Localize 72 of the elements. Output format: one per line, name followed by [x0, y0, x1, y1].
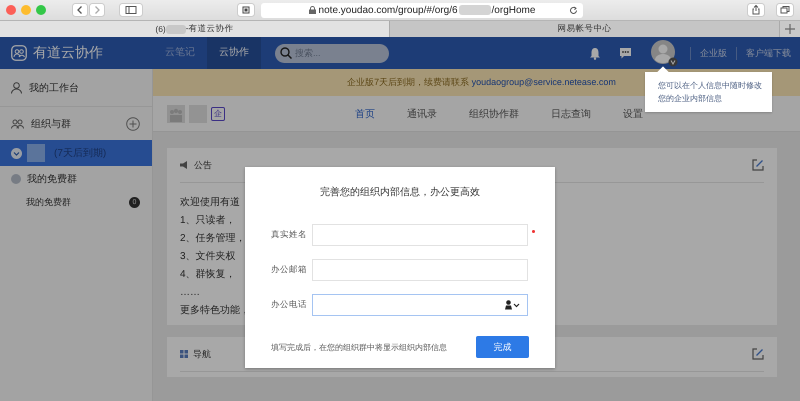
- org-tab[interactable]: 组织协作群: [453, 106, 535, 120]
- reader-icon[interactable]: [237, 3, 255, 17]
- dialog-note: 填写完成后，在您的组织群中将显示组织内部信息: [271, 342, 448, 352]
- avatar-icon[interactable]: [650, 39, 678, 67]
- chat-icon[interactable]: [619, 47, 632, 59]
- announcement-line: 3、文件夹权: [180, 250, 236, 264]
- card-title: 导航: [193, 348, 211, 360]
- reload-icon[interactable]: [569, 6, 578, 14]
- group-heading: 我的免费群: [27, 172, 77, 186]
- org-avatar-icon: [167, 104, 185, 122]
- url-text: note.youdao.com/group/#/org/6: [318, 4, 458, 16]
- announcement-line: 1、只读者，: [180, 214, 236, 228]
- app-title: 有道云协作: [33, 44, 103, 62]
- tab-title: (6): [155, 24, 166, 34]
- chevron-icon: [11, 148, 22, 158]
- logo-icon: [11, 45, 27, 61]
- org-tab[interactable]: 日志查询: [535, 106, 607, 120]
- sidebar-item[interactable]: 我的工作台: [0, 69, 152, 106]
- tabs-icon[interactable]: [776, 3, 794, 17]
- section-heading: 组织与群: [31, 118, 72, 130]
- input-field[interactable]: [312, 294, 528, 316]
- share-icon[interactable]: [747, 3, 765, 17]
- card-title: 公告: [194, 158, 212, 172]
- input-field[interactable]: [312, 224, 528, 246]
- field-label: 办公邮箱: [271, 264, 308, 276]
- announcement-line: 4、群恢复，: [180, 268, 236, 282]
- sidebar-icon[interactable]: [119, 3, 143, 17]
- group-name: 我的免费群: [26, 196, 72, 209]
- enterprise-badge: 企: [211, 106, 225, 120]
- browser-tab[interactable]: (6) -有道云协作: [0, 21, 390, 37]
- edit-icon[interactable]: [752, 348, 764, 360]
- org-tab[interactable]: 设置: [607, 106, 659, 120]
- nav-tab[interactable]: 云协作: [207, 37, 261, 69]
- search-icon: [280, 47, 292, 59]
- url-text: /orgHome: [492, 4, 536, 16]
- email-link[interactable]: youdaogroup@service.netease.com: [472, 77, 616, 87]
- announcement-line: 欢迎使用有道: [180, 196, 240, 210]
- dialog-title: 完善您的组织内部信息，办公更高效: [319, 186, 481, 200]
- browser-tab[interactable]: 网易帐号中心: [390, 21, 780, 37]
- sidebar-label: 我的工作台: [29, 82, 79, 94]
- dot-icon: [11, 174, 21, 184]
- announcement-line: 2、任务管理，: [180, 232, 246, 246]
- lock-icon: [308, 6, 316, 14]
- address-field[interactable]: note.youdao.com/group/#/org/6 /orgHome: [261, 2, 583, 18]
- blurred-area: [166, 24, 186, 34]
- field-label: 办公电话: [271, 298, 308, 310]
- speaker-icon: [180, 161, 189, 169]
- blurred-area: [27, 144, 45, 162]
- header-link[interactable]: 客户端下载: [736, 46, 800, 60]
- contact-picker-icon[interactable]: [504, 300, 520, 310]
- tab-title: 网易帐号中心: [558, 23, 612, 35]
- announcement-line: ……: [180, 286, 200, 300]
- back-icon[interactable]: [72, 3, 88, 17]
- notice-text: 企业版7天后到期，续费请联系 youdaogroup@service.netease.com: [347, 76, 616, 89]
- edit-icon[interactable]: [752, 159, 764, 171]
- header-link[interactable]: 企业版: [690, 46, 736, 60]
- group-icon: [11, 118, 24, 128]
- new-tab-icon[interactable]: [782, 21, 798, 37]
- field-label: 真实姓名: [271, 228, 308, 240]
- submit-button[interactable]: 完成: [476, 336, 529, 358]
- input-field[interactable]: [312, 258, 528, 280]
- tooltip-text: 您的企业内部信息: [658, 93, 723, 105]
- expiry-label: (7天后到期): [54, 146, 106, 160]
- org-tab[interactable]: 首页: [339, 106, 391, 120]
- tab-title: -有道云协作: [186, 23, 234, 35]
- blurred-area: [458, 5, 491, 15]
- tooltip-text: 您可以在个人信息中随时修改: [658, 80, 763, 92]
- person-icon: [11, 82, 22, 94]
- org-tab[interactable]: 通讯录: [391, 106, 453, 120]
- add-icon[interactable]: [126, 116, 140, 130]
- bell-icon[interactable]: [589, 46, 601, 60]
- grid-icon: [180, 350, 188, 358]
